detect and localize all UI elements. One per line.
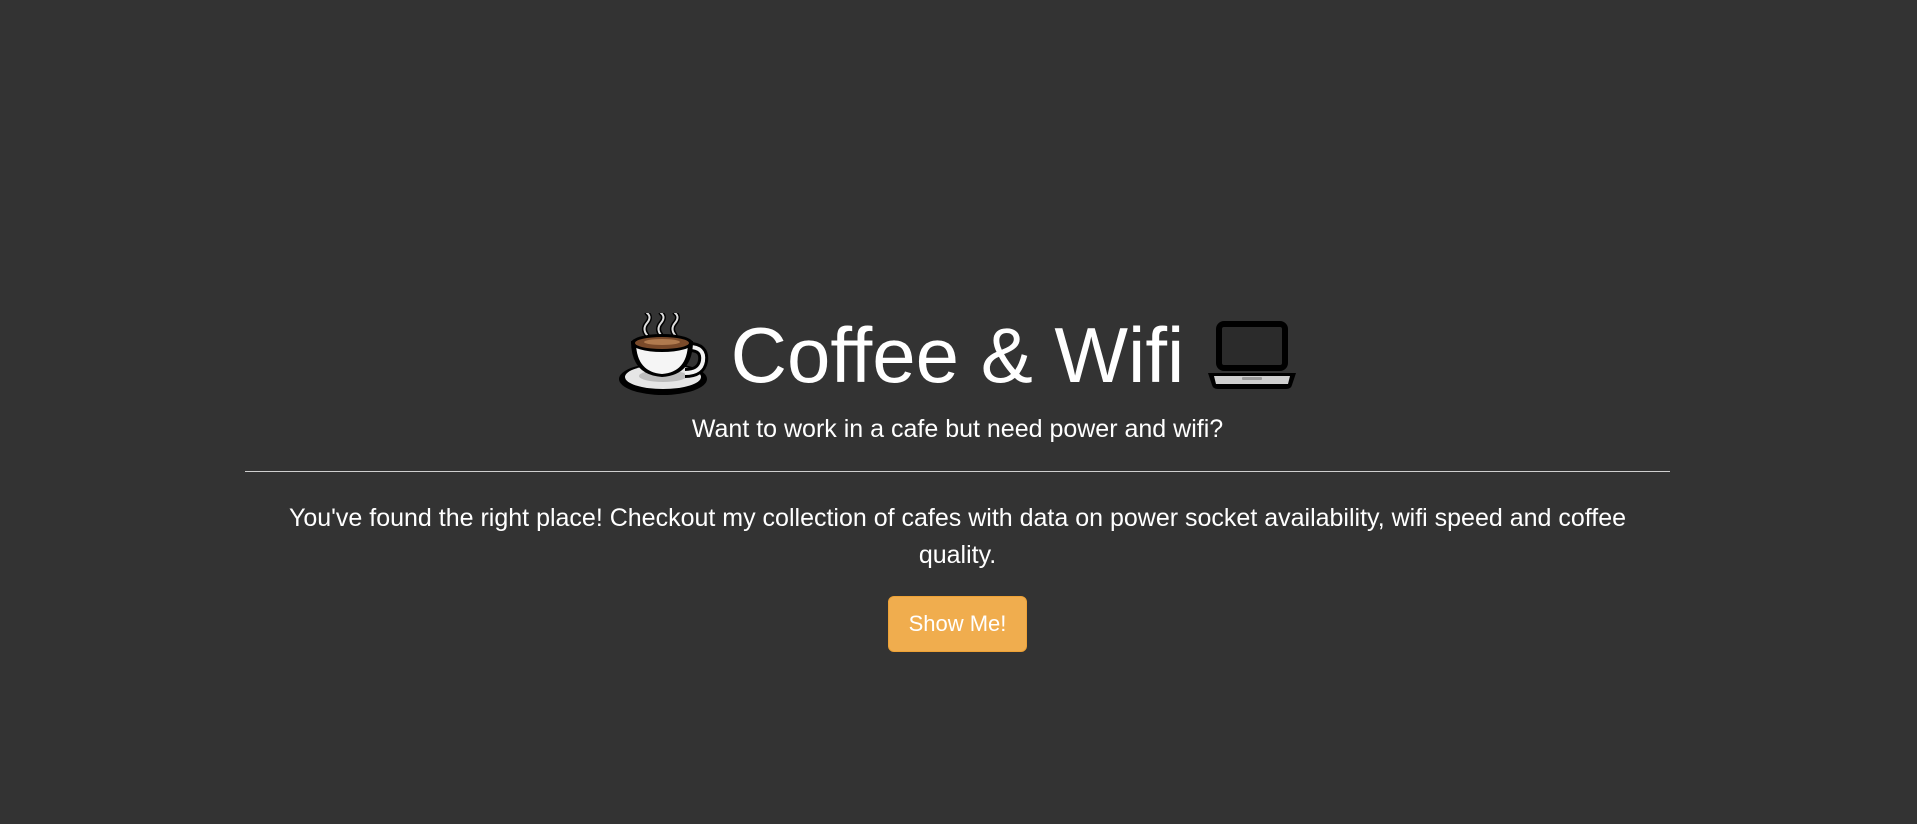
hero-section: Coffee & Wifi Want to work in a cafe but… bbox=[245, 300, 1670, 652]
laptop-icon bbox=[1206, 319, 1298, 391]
divider bbox=[245, 471, 1670, 472]
show-me-button[interactable]: Show Me! bbox=[887, 596, 1028, 652]
coffee-cup-icon bbox=[617, 313, 709, 397]
subtitle: Want to work in a cafe but need power an… bbox=[691, 415, 1224, 443]
title-row: Coffee & Wifi bbox=[245, 300, 1670, 410]
page-title: Coffee & Wifi bbox=[730, 311, 1185, 399]
description: You've found the right place! Checkout m… bbox=[288, 504, 1627, 569]
